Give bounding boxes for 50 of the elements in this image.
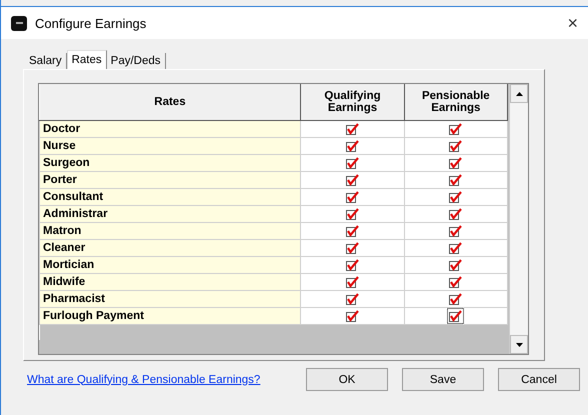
- checkbox[interactable]: [344, 206, 362, 222]
- rate-name-cell: Surgeon: [40, 154, 301, 172]
- close-button[interactable]: ×: [567, 12, 578, 34]
- tab[interactable]: Rates: [66, 50, 107, 69]
- checkbox[interactable]: [447, 172, 464, 188]
- rate-name-cell: Cleaner: [40, 240, 301, 256]
- scrollbar[interactable]: [509, 84, 528, 354]
- rate-name-cell: Porter: [40, 172, 301, 188]
- dialog-button[interactable]: Save: [402, 368, 484, 391]
- scroll-down-icon[interactable]: [516, 342, 522, 346]
- checkbox[interactable]: [344, 138, 362, 154]
- checkbox[interactable]: [447, 308, 464, 324]
- column-header: Qualifying Earnings: [300, 84, 404, 120]
- rate-name-cell: Doctor: [40, 120, 301, 138]
- checkbox[interactable]: [447, 138, 464, 154]
- checkbox[interactable]: [447, 155, 464, 171]
- help-link[interactable]: What are Qualifying & Pensionable Earnings?: [27, 374, 260, 386]
- rate-name-cell: Midwife: [40, 274, 301, 290]
- checkbox[interactable]: [344, 189, 362, 205]
- checkbox[interactable]: [344, 274, 362, 290]
- scroll-up-icon[interactable]: [516, 92, 522, 96]
- dialog-button[interactable]: OK: [306, 368, 388, 391]
- rate-name-cell: Nurse: [40, 138, 301, 154]
- column-header: Pensionable Earnings: [404, 84, 508, 120]
- checkbox[interactable]: [447, 189, 464, 205]
- checkbox[interactable]: [344, 155, 362, 171]
- rate-name-cell: Matron: [40, 222, 301, 240]
- checkbox[interactable]: [447, 274, 464, 290]
- rate-name-cell: Pharmacist: [40, 290, 301, 308]
- checkbox[interactable]: [447, 291, 464, 307]
- dialog-button[interactable]: Cancel: [498, 368, 580, 391]
- rate-name-cell: Consultant: [40, 188, 301, 206]
- checkbox[interactable]: [447, 257, 464, 273]
- column-header: Rates: [40, 84, 301, 120]
- rate-name-cell: Administrar: [40, 206, 301, 222]
- checkbox[interactable]: [344, 291, 362, 307]
- checkbox[interactable]: [447, 223, 464, 239]
- checkbox[interactable]: [344, 223, 362, 239]
- checkbox[interactable]: [344, 121, 362, 137]
- app-icon: [11, 16, 27, 30]
- checkbox[interactable]: [344, 308, 362, 324]
- window-title: Configure Earnings: [35, 16, 148, 30]
- checkbox[interactable]: [447, 240, 464, 256]
- checkbox[interactable]: [344, 240, 362, 256]
- checkbox[interactable]: [344, 257, 362, 273]
- checkbox[interactable]: [447, 121, 464, 137]
- checkbox[interactable]: [447, 206, 464, 222]
- rate-name-cell: Mortician: [40, 256, 301, 274]
- checkbox[interactable]: [344, 172, 362, 188]
- rate-name-cell: Furlough Payment: [40, 308, 301, 324]
